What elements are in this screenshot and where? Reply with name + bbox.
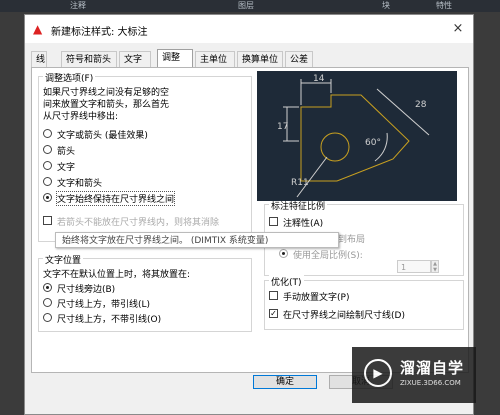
suppress-arrows-checkbox[interactable] <box>43 216 52 225</box>
watermark-logo-icon: ▶ <box>364 359 392 387</box>
option-label: 尺寸线旁边(B) <box>57 285 116 295</box>
fit-options-title: 调整选项(F) <box>43 71 96 84</box>
radio-over-with-leader[interactable] <box>43 298 52 307</box>
tooltip: 始终将文字放在尺寸界线之间。 (DIMTIX 系统变量) <box>55 232 339 248</box>
tab-fit[interactable]: 调整 <box>157 49 193 67</box>
radio-text-between-lines[interactable] <box>43 193 52 202</box>
fit-description-line: 从尺寸界线中移出: <box>43 112 119 122</box>
tab-alternate-units[interactable]: 换算单位 <box>237 51 283 67</box>
radio-beside-dim-line[interactable] <box>43 283 52 292</box>
option-label: 文字和箭头 <box>57 179 103 189</box>
annotative-checkbox[interactable] <box>269 217 278 226</box>
option-label: 尺寸线上方，不带引线(O) <box>57 315 162 325</box>
close-button[interactable]: × <box>449 20 467 38</box>
tab-lines[interactable]: 线 <box>31 51 47 67</box>
bg-label: 块 <box>382 1 390 10</box>
bg-label: 特性 <box>436 1 452 10</box>
option-label: 文字 <box>57 163 76 173</box>
overall-scale-input[interactable]: 1 <box>397 260 431 273</box>
tab-text[interactable]: 文字 <box>119 51 151 67</box>
text-placement-title: 文字位置 <box>43 253 84 266</box>
dimension-preview: 14 17 28 60° R11 <box>257 71 457 201</box>
ok-button[interactable]: 确定 <box>253 375 317 389</box>
radio-arrows[interactable] <box>43 145 52 154</box>
option-label: 文字始终保持在尺寸界线之间 <box>55 191 176 206</box>
watermark-url: ZIXUE.3D66.COM <box>400 379 461 387</box>
radio-over-without-leader[interactable] <box>43 313 52 322</box>
tab-primary-units[interactable]: 主单位 <box>195 51 235 67</box>
watermark-name: 溜溜自学 <box>400 359 465 377</box>
manual-place-checkbox[interactable] <box>269 291 278 300</box>
dim-label-aligned: 28 <box>415 100 427 110</box>
text-placement-group: 文字位置 文字不在默认位置上时，将其放置在: 尺寸线旁边(B) 尺寸线上方，带引… <box>38 253 252 332</box>
dim-label-angle: 60° <box>365 138 381 148</box>
bg-label: 注释 <box>70 1 86 10</box>
annotative-label: 注释性(A) <box>283 219 324 229</box>
dim-label-height: 17 <box>277 122 288 132</box>
part-outline <box>300 94 410 182</box>
watermark: ▶ 溜溜自学 ZIXUE.3D66.COM <box>352 347 476 403</box>
dialog-title: 新建标注样式: 大标注 <box>51 27 148 38</box>
preview-drawing: 14 17 28 60° R11 <box>277 74 430 198</box>
dim-line-aligned <box>376 88 430 136</box>
option-label: 文字或箭头 (最佳效果) <box>57 131 148 141</box>
overall-scale-label: 使用全局比例(S): <box>293 251 363 261</box>
radio-overall-scale[interactable] <box>279 249 288 258</box>
background-toolbar: 注释 图层 块 特性 <box>0 0 500 12</box>
suppress-arrows-label: 若箭头不能放在尺寸界线内，则将其消除 <box>57 218 220 228</box>
radio-text[interactable] <box>43 161 52 170</box>
fine-tuning-group: 优化(T) 手动放置文字(P) ✓ 在尺寸界线之间绘制尺寸线(D) <box>264 275 464 330</box>
radio-text-and-arrows[interactable] <box>43 177 52 186</box>
fine-tuning-title: 优化(T) <box>269 275 304 288</box>
part-hole <box>320 132 350 162</box>
dim-label-radius: R11 <box>291 178 309 188</box>
option-label: 尺寸线上方，带引线(L) <box>57 300 151 310</box>
draw-dim-line-checkbox[interactable]: ✓ <box>269 309 278 318</box>
tab-symbols-arrows[interactable]: 符号和箭头 <box>61 51 117 67</box>
option-label: 箭头 <box>57 147 76 157</box>
title-bar: ▲ 新建标注样式: 大标注 × <box>25 15 473 43</box>
radio-text-or-arrows[interactable] <box>43 129 52 138</box>
dim-label-width: 14 <box>313 74 325 84</box>
manual-place-label: 手动放置文字(P) <box>283 293 350 303</box>
draw-dim-line-label: 在尺寸界线之间绘制尺寸线(D) <box>283 311 405 321</box>
autocad-icon: ▲ <box>33 22 43 36</box>
fit-options-group: 调整选项(F) 如果尺寸界线之间没有足够的空 间来放置文字和箭头，那么首先 从尺… <box>38 71 252 242</box>
tab-tolerances[interactable]: 公差 <box>285 51 313 67</box>
bg-label: 图层 <box>238 1 254 10</box>
overall-scale-spinner[interactable]: ▲ ▼ <box>431 260 439 273</box>
text-placement-description: 文字不在默认位置上时，将其放置在: <box>43 270 191 280</box>
